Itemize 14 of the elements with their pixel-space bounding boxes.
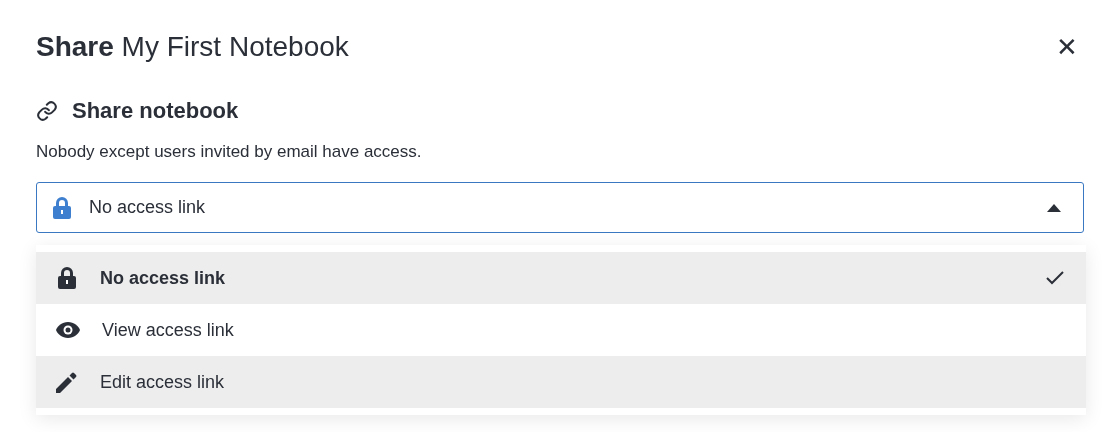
pencil-icon [56,371,78,393]
close-button[interactable]: ✕ [1048,34,1086,60]
access-description: Nobody except users invited by email have access. [36,142,423,162]
access-select[interactable]: No access link [36,182,1084,233]
lock-icon [51,195,73,220]
lock-icon [56,266,78,290]
menu-option[interactable]: Edit access link [36,356,1086,408]
eye-icon [56,322,80,338]
check-icon [1046,271,1064,285]
menu-option[interactable]: No access link [36,252,1086,304]
menu-option[interactable]: View access link [36,304,1086,356]
dialog-title: Share My First Notebook [36,31,349,63]
link-icon [36,100,58,122]
section-heading: Share notebook [72,98,239,124]
